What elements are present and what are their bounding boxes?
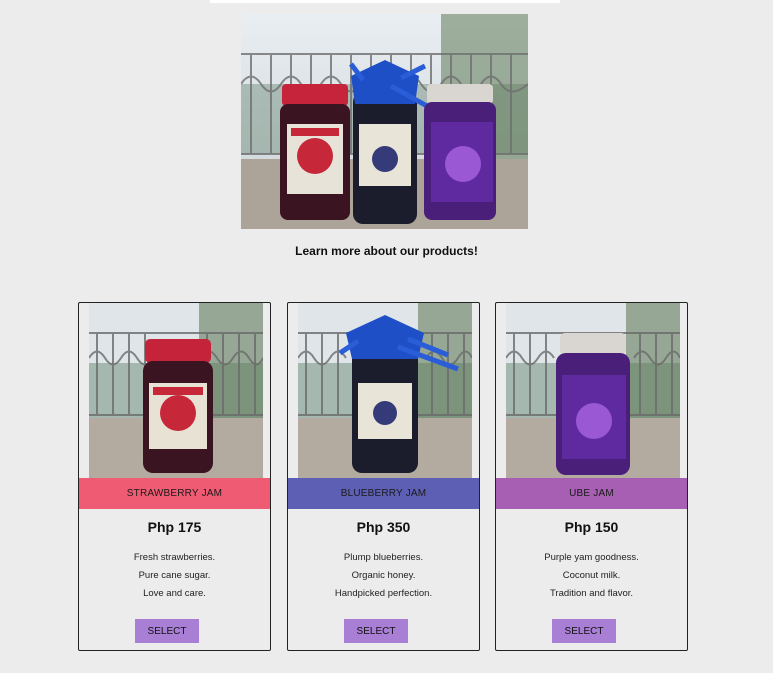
product-photo bbox=[89, 303, 263, 478]
product-name: BLUEBERRY JAM bbox=[340, 488, 427, 499]
select-button-blueberry[interactable]: SELECT bbox=[344, 619, 408, 643]
hero-caption: Learn more about our products! bbox=[295, 244, 478, 258]
product-price: Php 175 bbox=[147, 519, 202, 535]
product-price: Php 350 bbox=[356, 519, 411, 535]
product-card-ube: UBE JAM Php 150 Purple yam goodness. Coc… bbox=[495, 302, 688, 651]
product-card-strawberry: STRAWBERRY JAM Php 175 Fresh strawberrie… bbox=[78, 302, 271, 651]
product-photo bbox=[506, 303, 680, 478]
description-line: Tradition and flavor. bbox=[549, 588, 634, 599]
product-description: Purple yam goodness. Coconut milk. Tradi… bbox=[496, 549, 687, 603]
select-button-ube[interactable]: SELECT bbox=[552, 619, 616, 643]
description-line: Organic honey. bbox=[351, 570, 416, 581]
description-line: Love and care. bbox=[143, 588, 206, 599]
product-name-band: UBE JAM bbox=[496, 478, 687, 509]
product-description: Plump blueberries. Organic honey. Handpi… bbox=[288, 549, 479, 603]
top-strip bbox=[210, 0, 560, 3]
ube-jam-jar-photo-icon bbox=[506, 303, 680, 478]
product-name: UBE JAM bbox=[569, 488, 614, 499]
product-price: Php 150 bbox=[564, 519, 619, 535]
product-photo bbox=[298, 303, 472, 478]
description-line: Purple yam goodness. bbox=[544, 552, 639, 563]
blueberry-jam-jar-photo-icon bbox=[298, 303, 472, 478]
product-description: Fresh strawberries. Pure cane sugar. Lov… bbox=[79, 549, 270, 603]
description-line: Pure cane sugar. bbox=[138, 570, 211, 581]
product-card-blueberry: BLUEBERRY JAM Php 350 Plump blueberries.… bbox=[287, 302, 480, 651]
description-line: Coconut milk. bbox=[562, 570, 621, 581]
description-line: Handpicked perfection. bbox=[334, 588, 433, 599]
description-line: Fresh strawberries. bbox=[133, 552, 216, 563]
hero-product-photo bbox=[241, 14, 528, 229]
description-line: Plump blueberries. bbox=[343, 552, 424, 563]
jam-jars-photo-icon bbox=[241, 14, 528, 229]
product-name: STRAWBERRY JAM bbox=[126, 488, 223, 499]
select-button-strawberry[interactable]: SELECT bbox=[135, 619, 199, 643]
strawberry-jam-jar-photo-icon bbox=[89, 303, 263, 478]
product-name-band: BLUEBERRY JAM bbox=[288, 478, 479, 509]
product-name-band: STRAWBERRY JAM bbox=[79, 478, 270, 509]
